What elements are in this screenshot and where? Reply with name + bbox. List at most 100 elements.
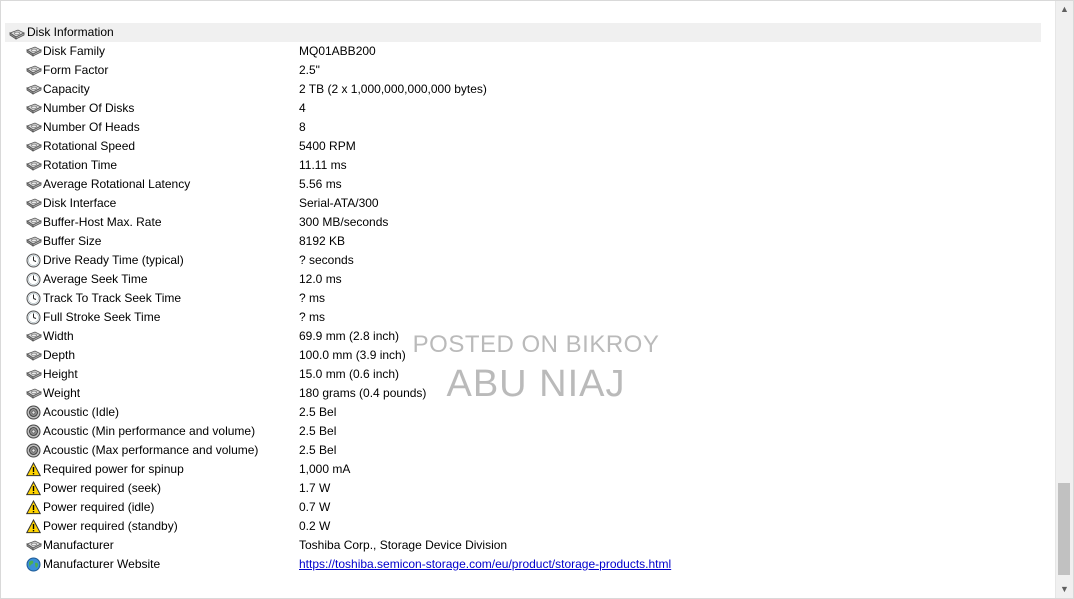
property-name: Form Factor: [43, 63, 109, 77]
property-value: 12.0 ms: [299, 272, 342, 286]
disk-icon: [26, 63, 42, 78]
disk-icon: [26, 177, 42, 192]
speaker-icon: [26, 443, 41, 458]
property-value: 300 MB/seconds: [299, 215, 389, 229]
property-value: 0.2 W: [299, 519, 331, 533]
property-row[interactable]: Number Of Disks 4: [1, 99, 1053, 118]
property-row[interactable]: Height 15.0 mm (0.6 inch): [1, 365, 1053, 384]
property-name: Full Stroke Seek Time: [43, 310, 161, 324]
property-row[interactable]: Acoustic (Max performance and volume) 2.5…: [1, 441, 1053, 460]
clock-icon: [26, 310, 41, 325]
property-name: Power required (standby): [43, 519, 178, 533]
vertical-scrollbar[interactable]: ▲ ▼: [1055, 1, 1073, 598]
globe-icon: [26, 557, 41, 572]
property-row[interactable]: Power required (idle) 0.7 W: [1, 498, 1053, 517]
property-row[interactable]: Width 69.9 mm (2.8 inch): [1, 327, 1053, 346]
disk-icon: [26, 82, 42, 97]
property-name: Number Of Heads: [43, 120, 140, 134]
property-row[interactable]: Depth 100.0 mm (3.9 inch): [1, 346, 1053, 365]
clock-icon: [26, 272, 41, 287]
property-row[interactable]: Buffer-Host Max. Rate 300 MB/seconds: [1, 213, 1053, 232]
property-row[interactable]: Acoustic (Idle) 2.5 Bel: [1, 403, 1053, 422]
property-value: 11.11 ms: [299, 158, 347, 172]
property-name: Capacity: [43, 82, 90, 96]
scroll-down-button[interactable]: ▼: [1056, 581, 1073, 598]
property-row[interactable]: Full Stroke Seek Time ? ms: [1, 308, 1053, 327]
property-value: 180 grams (0.4 pounds): [299, 386, 427, 400]
property-row[interactable]: Rotation Time 11.11 ms: [1, 156, 1053, 175]
property-row[interactable]: Buffer Size 8192 KB: [1, 232, 1053, 251]
warning-icon: [25, 461, 42, 477]
property-row[interactable]: Power required (standby) 0.2 W: [1, 517, 1053, 536]
property-value: ? seconds: [299, 253, 354, 267]
property-name: Rotation Time: [43, 158, 118, 172]
property-row[interactable]: Average Rotational Latency 5.56 ms: [1, 175, 1053, 194]
warning-icon: [25, 480, 42, 496]
property-value: 2 TB (2 x 1,000,000,000,000 bytes): [299, 82, 487, 96]
property-row[interactable]: Disk Family MQ01ABB200: [1, 42, 1053, 61]
property-value: 4: [299, 101, 306, 115]
property-value: 1,000 mA: [299, 462, 351, 476]
property-row[interactable]: Power required (seek) 1.7 W: [1, 479, 1053, 498]
property-name: Average Rotational Latency: [43, 177, 191, 191]
property-row[interactable]: Track To Track Seek Time ? ms: [1, 289, 1053, 308]
property-name: Power required (idle): [43, 500, 155, 514]
property-value: 2.5 Bel: [299, 443, 337, 457]
speaker-icon: [26, 424, 41, 439]
property-list: Disk Information Disk Family MQ01ABB200 Fo…: [1, 23, 1053, 574]
property-value: MQ01ABB200: [299, 44, 376, 58]
property-row[interactable]: Disk Interface Serial-ATA/300: [1, 194, 1053, 213]
property-name: Width: [43, 329, 74, 343]
property-row[interactable]: Manufacturer Toshiba Corp., Storage Devic…: [1, 536, 1053, 555]
property-name: Rotational Speed: [43, 139, 136, 153]
property-name: Buffer Size: [43, 234, 102, 248]
manufacturer-website-link[interactable]: https://toshiba.semicon-storage.com/eu/p…: [299, 555, 671, 574]
property-value: Serial-ATA/300: [299, 196, 379, 210]
disk-icon: [26, 158, 42, 173]
property-row[interactable]: Capacity 2 TB (2 x 1,000,000,000,000 byte…: [1, 80, 1053, 99]
clock-icon: [26, 253, 41, 268]
section-title: Disk Information: [27, 25, 114, 39]
property-value: ? ms: [299, 310, 326, 324]
disk-icon: [26, 329, 42, 344]
disk-icon: [26, 215, 42, 230]
property-name: Acoustic (Min performance and volume): [43, 424, 256, 438]
disk-icon: [26, 139, 42, 154]
warning-icon: [25, 499, 42, 515]
disk-icon: [26, 44, 42, 59]
property-value: 2.5": [299, 63, 320, 77]
property-row[interactable]: Weight 180 grams (0.4 pounds): [1, 384, 1053, 403]
property-name: Average Seek Time: [43, 272, 148, 286]
property-row[interactable]: Form Factor 2.5": [1, 61, 1053, 80]
property-name: Drive Ready Time (typical): [43, 253, 184, 267]
disk-icon: [26, 101, 42, 116]
property-row[interactable]: Acoustic (Min performance and volume) 2.5…: [1, 422, 1053, 441]
disk-icon: [26, 120, 42, 135]
property-value: 15.0 mm (0.6 inch): [299, 367, 400, 381]
property-value: 8192 KB: [299, 234, 346, 248]
property-row[interactable]: Average Seek Time 12.0 ms: [1, 270, 1053, 289]
property-row[interactable]: Drive Ready Time (typical) ? seconds: [1, 251, 1053, 270]
property-name: Track To Track Seek Time: [43, 291, 182, 305]
scroll-up-button[interactable]: ▲: [1056, 1, 1073, 18]
property-row[interactable]: Required power for spinup 1,000 mA: [1, 460, 1053, 479]
property-value: 0.7 W: [299, 500, 331, 514]
property-name: Number Of Disks: [43, 101, 135, 115]
property-value: 2.5 Bel: [299, 424, 337, 438]
property-name: Depth: [43, 348, 76, 362]
disk-icon: [26, 538, 42, 553]
property-value: 5.56 ms: [299, 177, 342, 191]
property-name: Acoustic (Idle): [43, 405, 120, 419]
disk-icon: [26, 234, 42, 249]
property-name: Acoustic (Max performance and volume): [43, 443, 259, 457]
property-row[interactable]: Manufacturer Website https://toshiba.semi…: [1, 555, 1053, 574]
speaker-icon: [26, 405, 41, 420]
property-name: Disk Family: [43, 44, 105, 58]
property-name: Manufacturer: [43, 538, 114, 552]
scroll-thumb[interactable]: [1058, 483, 1070, 575]
warning-icon: [25, 518, 42, 534]
section-header-disk-information[interactable]: Disk Information: [5, 23, 1041, 42]
property-row[interactable]: Rotational Speed 5400 RPM: [1, 137, 1053, 156]
property-name: Required power for spinup: [43, 462, 184, 476]
property-row[interactable]: Number Of Heads 8: [1, 118, 1053, 137]
